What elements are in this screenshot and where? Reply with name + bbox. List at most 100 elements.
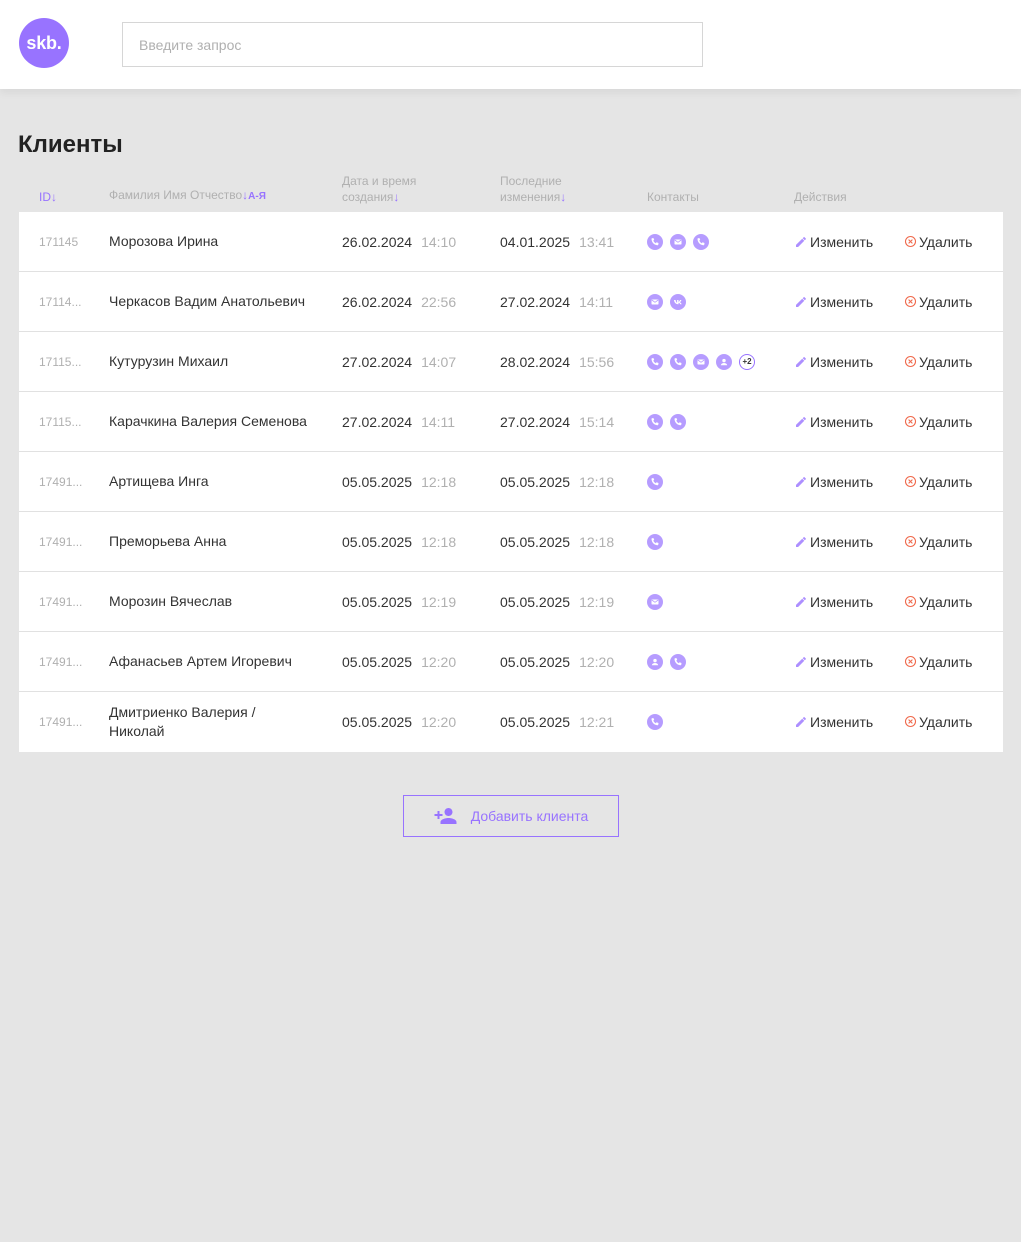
edit-label: Изменить: [810, 353, 874, 370]
edit-icon: [796, 417, 806, 427]
created-date: 05.05.2025: [342, 713, 413, 730]
delete-label: Удалить: [919, 593, 973, 610]
delete-label: Удалить: [919, 353, 973, 370]
changed-time: 15:56: [579, 353, 615, 370]
phone-icon[interactable]: [647, 533, 663, 550]
edit-label: Изменить: [810, 713, 874, 730]
edit-label: Изменить: [810, 293, 874, 310]
more-contacts-button[interactable]: +2: [739, 353, 755, 370]
changed-time: 12:18: [579, 473, 615, 490]
created-date: 26.02.2024: [342, 293, 413, 310]
contacts-list: [647, 392, 686, 451]
delete-label: Удалить: [919, 473, 973, 490]
table-row: 171145 Морозова Ирина 26.02.2024 14:10 04.01…: [19, 212, 1003, 272]
delete-label: Удалить: [919, 533, 973, 550]
table-header: ID↓ Фамилия Имя Отчество↓А-Я Дата и врем…: [19, 172, 1003, 212]
edit-button[interactable]: Изменить: [795, 572, 873, 631]
column-header-id[interactable]: ID↓: [39, 189, 57, 205]
changed-datetime: 05.05.2025 12:18: [500, 512, 614, 571]
table-row: 17491... Преморьева Анна 05.05.2025 12:18 05…: [19, 512, 1003, 572]
contacts-list: [647, 512, 663, 571]
created-date: 05.05.2025: [342, 653, 413, 670]
column-header-changed[interactable]: Последние изменения↓: [500, 173, 566, 205]
delete-button[interactable]: Удалить: [904, 692, 972, 751]
created-datetime: 26.02.2024 14:10: [342, 212, 456, 271]
delete-button[interactable]: Удалить: [904, 452, 972, 511]
user-icon[interactable]: [716, 353, 732, 370]
created-time: 14:07: [421, 353, 457, 370]
delete-label: Удалить: [919, 653, 973, 670]
client-id: 17114...: [39, 294, 82, 309]
client-id: 17491...: [39, 534, 83, 549]
client-id: 17491...: [39, 654, 83, 669]
created-time: 12:20: [421, 653, 457, 670]
created-date: 27.02.2024: [342, 413, 413, 430]
delete-button[interactable]: Удалить: [904, 212, 972, 271]
contacts-list: [647, 272, 686, 331]
created-time: 22:56: [421, 293, 457, 310]
client-id: 17491...: [39, 594, 83, 609]
client-name: Дмитриенко Валерия / Николай: [109, 703, 256, 739]
changed-datetime: 05.05.2025 12:20: [500, 632, 614, 691]
delete-button[interactable]: Удалить: [904, 632, 972, 691]
edit-button[interactable]: Изменить: [795, 632, 873, 691]
edit-button[interactable]: Изменить: [795, 272, 873, 331]
mail-icon[interactable]: [647, 593, 663, 610]
delete-button[interactable]: Удалить: [904, 572, 972, 631]
delete-button[interactable]: Удалить: [904, 512, 972, 571]
search-input[interactable]: [122, 22, 703, 67]
created-date: 27.02.2024: [342, 353, 413, 370]
client-name: Артищева Инга: [109, 473, 209, 489]
delete-label: Удалить: [919, 413, 973, 430]
contacts-list: [647, 572, 663, 631]
changed-date: 05.05.2025: [500, 473, 571, 490]
changed-date: 05.05.2025: [500, 653, 571, 670]
mail-icon[interactable]: [670, 233, 686, 250]
edit-button[interactable]: Изменить: [795, 692, 873, 751]
edit-button[interactable]: Изменить: [795, 392, 873, 451]
changed-date: 05.05.2025: [500, 533, 571, 550]
phone-icon[interactable]: [647, 473, 663, 490]
edit-button[interactable]: Изменить: [795, 212, 873, 271]
edit-icon: [796, 657, 806, 667]
delete-button[interactable]: Удалить: [904, 272, 972, 331]
contacts-list: [647, 632, 686, 691]
phone-icon[interactable]: [670, 353, 686, 370]
edit-label: Изменить: [810, 593, 874, 610]
changed-datetime: 04.01.2025 13:41: [500, 212, 614, 271]
column-header-created[interactable]: Дата и время создания↓: [342, 173, 416, 205]
phone-icon[interactable]: [647, 233, 663, 250]
phone-icon[interactable]: [670, 413, 686, 430]
edit-button[interactable]: Изменить: [795, 332, 873, 391]
phone-icon[interactable]: [647, 353, 663, 370]
cancel-circle-icon: [904, 235, 917, 248]
delete-button[interactable]: Удалить: [904, 332, 972, 391]
changed-date: 28.02.2024: [500, 353, 571, 370]
changed-date: 05.05.2025: [500, 593, 571, 610]
created-datetime: 05.05.2025 12:20: [342, 632, 456, 691]
changed-time: 12:21: [579, 713, 615, 730]
changed-time: 13:41: [579, 233, 615, 250]
phone-icon[interactable]: [693, 233, 709, 250]
sort-az-label: А-Я: [248, 191, 266, 202]
vk-icon[interactable]: [670, 293, 686, 310]
column-header-name[interactable]: Фамилия Имя Отчество↓А-Я: [109, 187, 266, 205]
table-row: 17115... Кутурузин Михаил 27.02.2024 14:07 2…: [19, 332, 1003, 392]
delete-button[interactable]: Удалить: [904, 392, 972, 451]
phone-icon[interactable]: [670, 653, 686, 670]
edit-button[interactable]: Изменить: [795, 512, 873, 571]
table-row: 17491... Дмитриенко Валерия / Николай 05.0…: [19, 692, 1003, 752]
phone-icon[interactable]: [647, 713, 663, 730]
column-header-contacts: Контакты: [647, 190, 699, 204]
created-datetime: 05.05.2025 12:18: [342, 512, 456, 571]
client-id: 17115...: [39, 414, 82, 429]
client-id: 171145: [39, 234, 79, 249]
phone-icon[interactable]: [647, 413, 663, 430]
mail-icon[interactable]: [693, 353, 709, 370]
edit-label: Изменить: [810, 533, 874, 550]
sort-arrow-icon: ↓: [560, 190, 567, 204]
mail-icon[interactable]: [647, 293, 663, 310]
add-client-button[interactable]: Добавить клиента: [403, 795, 619, 837]
user-icon[interactable]: [647, 653, 663, 670]
edit-button[interactable]: Изменить: [795, 452, 873, 511]
